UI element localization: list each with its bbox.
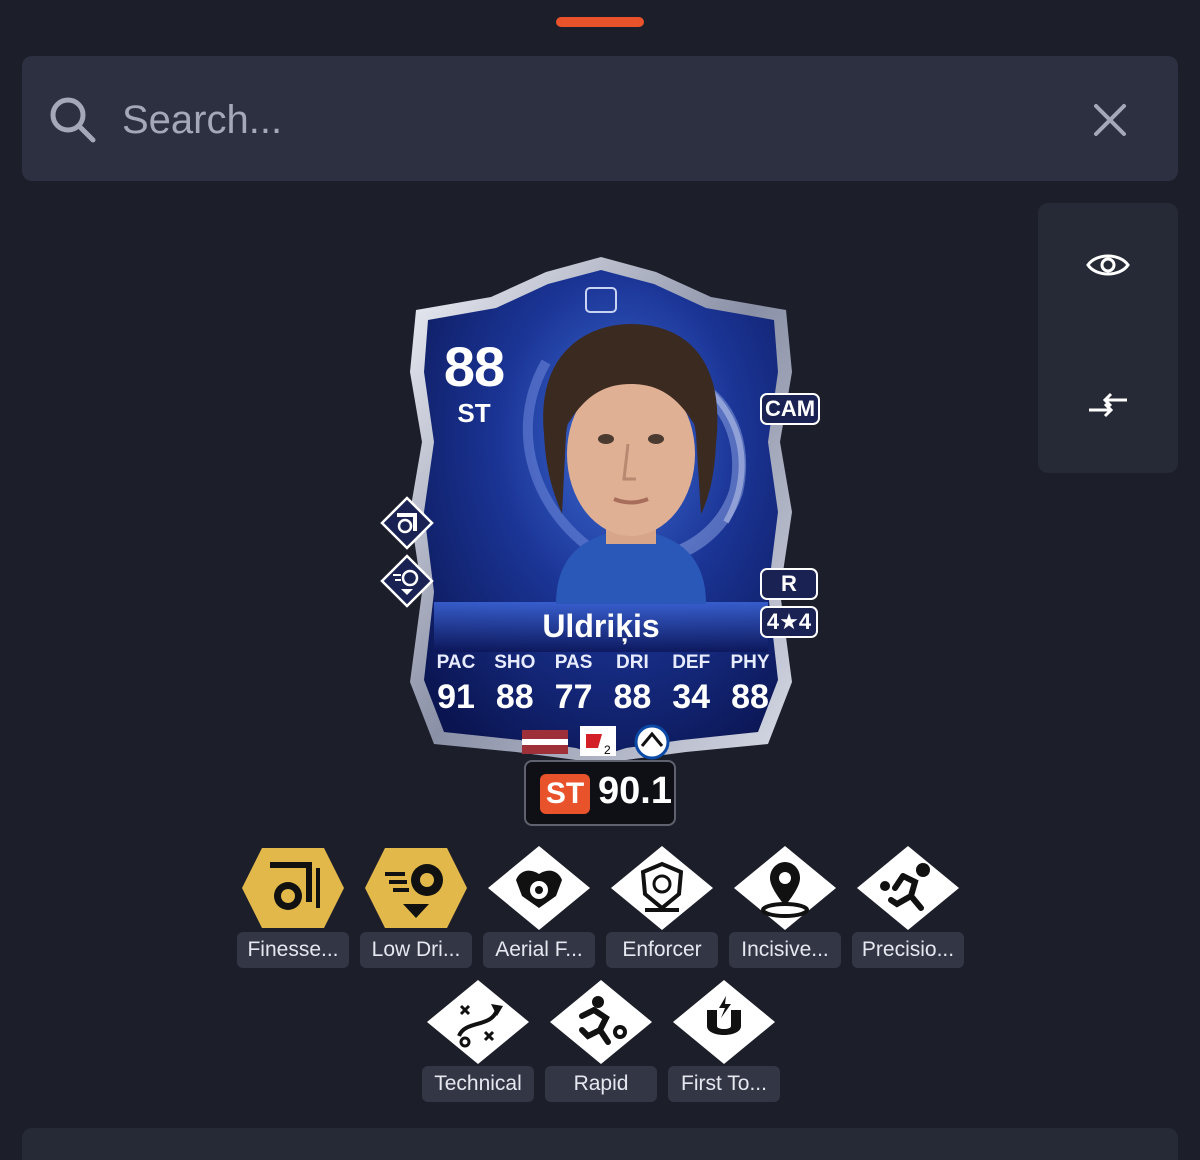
chip-rating-value: 90.1	[598, 770, 672, 812]
aerial-fortress-icon	[488, 846, 590, 930]
player-photo	[543, 324, 718, 604]
playstyle-enforcer[interactable]: Enforcer	[606, 846, 718, 968]
drag-handle[interactable]	[556, 17, 644, 27]
card-rating: 88	[443, 335, 505, 398]
stat-value: 34	[672, 678, 711, 716]
card-position: ST	[457, 398, 491, 428]
playstyle-label: Aerial F...	[483, 932, 595, 968]
playstyle-first-touch[interactable]: First To...	[668, 980, 780, 1102]
playstyle-label: Precisio...	[852, 932, 964, 968]
stat-value: 77	[554, 678, 593, 716]
stat-value: 88	[613, 678, 652, 716]
playstyle-label: Incisive...	[729, 932, 841, 968]
compare-arrows-icon	[1089, 392, 1127, 418]
playstyle-rapid[interactable]: Rapid	[545, 980, 657, 1102]
stat-pac: PAC 91	[428, 652, 484, 717]
low-driven-shot-icon	[380, 554, 434, 608]
playstyle-label: Rapid	[545, 1066, 657, 1102]
toggle-view-button[interactable]	[1073, 235, 1143, 295]
stat-label: PHY	[730, 652, 770, 673]
location-pin-icon	[734, 846, 836, 930]
card-options-panel	[1038, 203, 1178, 473]
playstyle-label: First To...	[668, 1066, 780, 1102]
search-input[interactable]	[122, 88, 1022, 152]
stat-label: PAC	[436, 652, 476, 673]
finesse-shot-icon	[380, 496, 434, 550]
stat-label: PAS	[554, 652, 593, 673]
eye-icon	[1086, 254, 1130, 276]
stat-pas: PAS 77	[546, 652, 602, 717]
playstyle-incisive-pass[interactable]: Incisive...	[729, 846, 841, 968]
finesse-shot-playstyle-icon	[242, 848, 344, 928]
playstyle-low-driven-shot[interactable]: Low Dri...	[360, 846, 472, 968]
club-crest-icon	[634, 724, 670, 760]
stat-label: SHO	[494, 652, 536, 673]
playstyle-aerial-fortress[interactable]: Aerial F...	[483, 846, 595, 968]
stat-label: DRI	[616, 652, 649, 673]
enforcer-icon	[611, 846, 713, 930]
stat-def: DEF 34	[663, 652, 719, 717]
stat-label: DEF	[672, 652, 711, 673]
playstyle-label: Technical	[422, 1066, 534, 1102]
magnet-icon	[673, 980, 775, 1064]
stat-value: 88	[731, 678, 769, 716]
stat-dri: DRI 88	[604, 652, 660, 717]
svg-text:2: 2	[604, 743, 611, 757]
card-stats: PAC 91 SHO 88 PAS 77 DRI 88 DEF 34 PHY 8…	[428, 652, 778, 717]
playstyle-label: Low Dri...	[360, 932, 472, 968]
alt-position-badge: CAM	[760, 393, 820, 425]
chip-position: ST	[540, 774, 590, 814]
league-logo-icon: 2	[580, 726, 616, 757]
compare-button[interactable]	[1073, 375, 1143, 435]
playstyle-label: Finesse...	[237, 932, 349, 968]
player-name: Uldriķis	[542, 608, 660, 644]
preferred-foot-badge: R	[760, 568, 818, 600]
stat-phy: PHY 88	[722, 652, 778, 717]
kicking-player-icon	[857, 846, 959, 930]
position-rating-chip: ST 90.1	[524, 760, 676, 826]
stat-value: 88	[495, 678, 534, 716]
tactics-board-icon	[427, 980, 529, 1064]
card-affiliation-icons: 2	[522, 724, 670, 760]
playstyle-label: Enforcer	[606, 932, 718, 968]
nation-flag-icon	[522, 730, 568, 754]
player-card[interactable]: 88 ST CAM R 4★4 Uldriķis PAC 91 SHO 88 P…	[380, 252, 820, 772]
playstyle-technical[interactable]: Technical	[422, 980, 534, 1102]
close-icon[interactable]	[1090, 100, 1130, 140]
stat-sho: SHO 88	[487, 652, 543, 717]
stat-value: 91	[437, 678, 475, 716]
bottom-panel	[22, 1128, 1178, 1160]
search-icon	[50, 97, 96, 143]
running-player-icon	[550, 980, 652, 1064]
playstyle-precision-pass[interactable]: Precisio...	[852, 846, 964, 968]
playstyle-finesse-shot[interactable]: Finesse...	[237, 846, 349, 968]
low-driven-shot-playstyle-icon	[365, 848, 467, 928]
